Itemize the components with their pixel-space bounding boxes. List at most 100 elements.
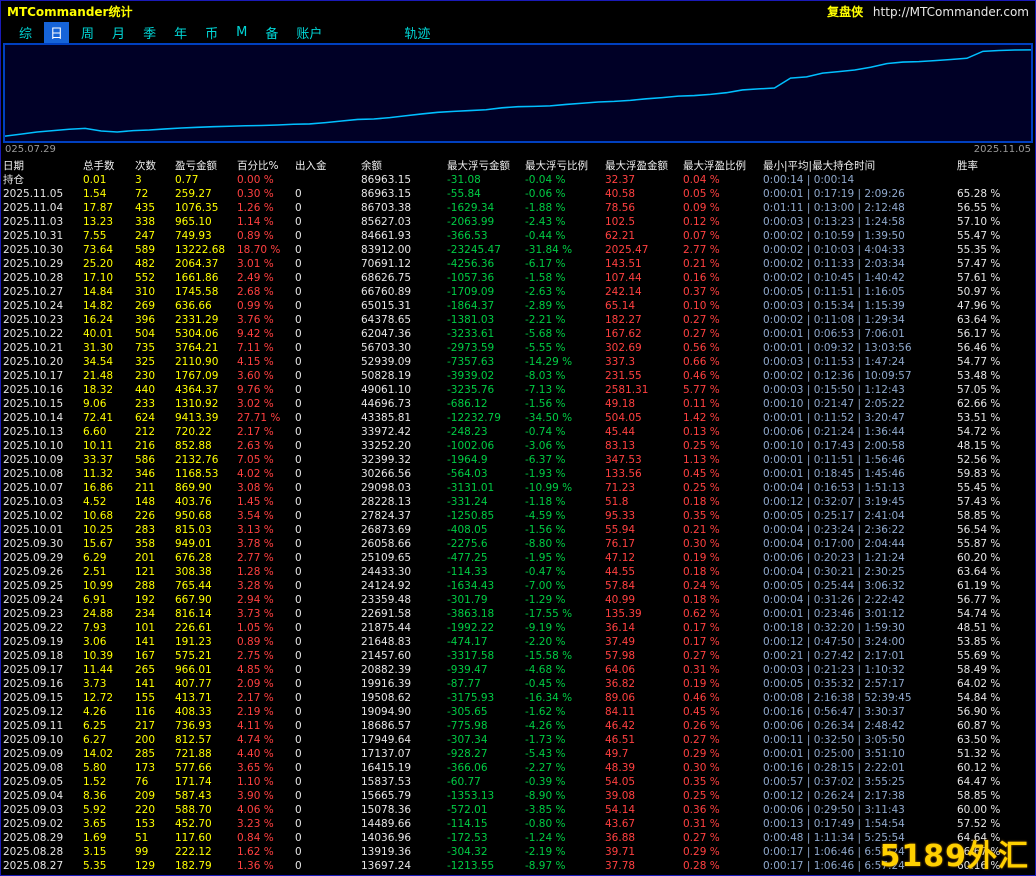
menu-tab-track[interactable]: 轨迹 [398, 22, 436, 43]
table-row[interactable]: 2025.10.159.062331310.923.02 %044696.73-… [3, 397, 1035, 411]
menu-tab-m[interactable]: M [230, 24, 253, 41]
cell-date: 2025.09.17 [3, 663, 83, 677]
cell-pct: 3.73 % [237, 607, 295, 621]
table-row[interactable]: 持仓0.0130.770.00 %86963.15-31.08-0.04 %32… [3, 173, 1035, 187]
brand-url-link[interactable]: http://MTCommander.com [873, 5, 1029, 19]
cell-trades: 552 [135, 271, 175, 285]
cell-balance: 50828.19 [361, 369, 447, 383]
cell-lots: 5.35 [83, 859, 135, 873]
column-header-max-float-profit-pct: 最大浮盈比例 [683, 157, 763, 173]
cell-date: 2025.11.05 [3, 187, 83, 201]
table-row[interactable]: 2025.09.296.29201676.282.77 %025109.65-4… [3, 551, 1035, 565]
table-row[interactable]: 2025.10.1721.482301767.093.60 %050828.19… [3, 369, 1035, 383]
cell-date: 2025.09.10 [3, 733, 83, 747]
table-row[interactable]: 2025.10.1010.11216852.882.63 %033252.20-… [3, 439, 1035, 453]
table-row[interactable]: 2025.09.1711.44265966.014.85 %020882.39-… [3, 663, 1035, 677]
menu-tab-backup[interactable]: 备 [259, 22, 284, 43]
menu-tab-week[interactable]: 周 [75, 22, 100, 43]
cell-cashflow: 0 [295, 691, 361, 705]
table-row[interactable]: 2025.10.3073.6458913222.6818.70 %083912.… [3, 243, 1035, 257]
cell-cashflow: 0 [295, 257, 361, 271]
table-row[interactable]: 2025.10.1618.324404364.379.76 %049061.10… [3, 383, 1035, 397]
cell-pct: 2.19 % [237, 705, 295, 719]
table-row[interactable]: 2025.09.035.92220588.704.06 %015078.36-5… [3, 803, 1035, 817]
table-row[interactable]: 2025.10.2316.243962331.293.76 %064378.65… [3, 313, 1035, 327]
cell-pnl: 676.28 [175, 551, 237, 565]
table-row[interactable]: 2025.11.0417.874351076.351.26 %086703.38… [3, 201, 1035, 215]
table-row[interactable]: 2025.09.051.5276171.741.10 %015837.53-60… [3, 775, 1035, 789]
watermark: 5189外汇 [880, 831, 1030, 875]
chart-end-date-label: 2025.11.05 [974, 143, 1031, 157]
table-row[interactable]: 2025.09.193.06141191.230.89 %021648.83-4… [3, 635, 1035, 649]
menu-tab-currency[interactable]: 币 [199, 22, 224, 43]
table-row[interactable]: 2025.10.2714.843101745.582.68 %066760.89… [3, 285, 1035, 299]
table-row[interactable]: 2025.09.227.93101226.611.05 %021875.44-1… [3, 621, 1035, 635]
menu-tab-month[interactable]: 月 [106, 22, 131, 43]
table-row[interactable]: 2025.10.034.52148403.761.45 %028228.13-3… [3, 495, 1035, 509]
table-row[interactable]: 2025.11.051.5472259.270.30 %086963.15-55… [3, 187, 1035, 201]
table-row[interactable]: 2025.10.2925.204822064.373.01 %070691.12… [3, 257, 1035, 271]
table-row[interactable]: 2025.10.1472.416249413.3927.71 %043385.8… [3, 411, 1035, 425]
table-row[interactable]: 2025.10.2817.105521661.862.49 %068626.75… [3, 271, 1035, 285]
table-row[interactable]: 2025.10.2240.015045304.069.42 %062047.36… [3, 327, 1035, 341]
menu-tab-day[interactable]: 日 [44, 22, 69, 43]
cell-pnl: 2110.90 [175, 355, 237, 369]
table-row[interactable]: 2025.10.0110.25283815.033.13 %026873.69-… [3, 523, 1035, 537]
table-row[interactable]: 2025.09.085.80173577.663.65 %016415.19-3… [3, 761, 1035, 775]
cell-lots: 10.11 [83, 439, 135, 453]
table-row[interactable]: 2025.09.106.27200812.574.74 %017949.64-3… [3, 733, 1035, 747]
table-row[interactable]: 2025.09.1810.39167575.212.75 %021457.60-… [3, 649, 1035, 663]
menu-tab-quarter[interactable]: 季 [137, 22, 162, 43]
menu-tab-year[interactable]: 年 [168, 22, 193, 43]
table-row[interactable]: 2025.09.048.36209587.433.90 %015665.79-1… [3, 789, 1035, 803]
table-row[interactable]: 2025.10.2034.543252110.904.15 %052939.09… [3, 355, 1035, 369]
cell-max-float-loss-pct: -1.95 % [525, 551, 605, 565]
cell-pct: 3.65 % [237, 761, 295, 775]
cell-pct: 3.76 % [237, 313, 295, 327]
title-bar: MTCommander统计 复盘侠 http://MTCommander.com [1, 1, 1035, 21]
cell-max-float-loss-pct: -2.20 % [525, 635, 605, 649]
cell-holding-time: 0:00:16 | 0:56:47 | 3:30:37 [763, 705, 957, 719]
table-row[interactable]: 2025.10.2131.307353764.217.11 %056703.30… [3, 341, 1035, 355]
table-row[interactable]: 2025.11.0313.23338965.101.14 %085627.03-… [3, 215, 1035, 229]
table-row[interactable]: 2025.10.0933.375862132.767.05 %032399.32… [3, 453, 1035, 467]
cell-trades: 586 [135, 453, 175, 467]
table-row[interactable]: 2025.10.0210.68226950.683.54 %027824.37-… [3, 509, 1035, 523]
cell-win-rate: 56.90 % [957, 705, 1035, 719]
menu-tab-account[interactable]: 账户 [290, 22, 328, 43]
table-row[interactable]: 2025.10.136.60212720.222.17 %033972.42-2… [3, 425, 1035, 439]
table-row[interactable]: 2025.09.0914.02285721.884.40 %017137.07-… [3, 747, 1035, 761]
cell-date: 2025.08.29 [3, 831, 83, 845]
cell-date: 2025.09.04 [3, 789, 83, 803]
cell-max-float-loss: -304.32 [447, 845, 525, 859]
table-row[interactable]: 2025.09.163.73141407.772.09 %019916.39-8… [3, 677, 1035, 691]
table-row[interactable]: 2025.09.262.51121308.381.28 %024433.30-1… [3, 565, 1035, 579]
cell-lots: 12.72 [83, 691, 135, 705]
cell-lots: 16.86 [83, 481, 135, 495]
table-row[interactable]: 2025.09.116.25217736.934.11 %018686.57-7… [3, 719, 1035, 733]
table-row[interactable]: 2025.09.1512.72155413.712.17 %019508.62-… [3, 691, 1035, 705]
table-row[interactable]: 2025.09.023.65153452.703.23 %014489.66-1… [3, 817, 1035, 831]
cell-trades: 482 [135, 257, 175, 271]
table-row[interactable]: 2025.10.317.55247749.930.89 %084661.93-3… [3, 229, 1035, 243]
cell-max-float-profit: 57.84 [605, 579, 683, 593]
menu-tab-summary[interactable]: 综 [13, 22, 38, 43]
cell-max-float-loss: -775.98 [447, 719, 525, 733]
table-row[interactable]: 2025.10.2414.82269636.660.99 %065015.31-… [3, 299, 1035, 313]
table-row[interactable]: 2025.09.124.26116408.332.19 %019094.90-3… [3, 705, 1035, 719]
table-row[interactable]: 2025.09.246.91192667.902.94 %023359.48-3… [3, 593, 1035, 607]
table-row[interactable]: 2025.10.0716.86211869.903.08 %029098.03-… [3, 481, 1035, 495]
cell-max-float-profit-pct: 0.36 % [683, 803, 763, 817]
table-row[interactable]: 2025.09.2324.88234816.143.73 %022691.58-… [3, 607, 1035, 621]
equity-curve-line [5, 50, 1031, 136]
table-row[interactable]: 2025.09.2510.99288765.443.28 %024124.92-… [3, 579, 1035, 593]
cell-max-float-loss-pct: -31.84 % [525, 243, 605, 257]
cell-max-float-profit-pct: 0.07 % [683, 229, 763, 243]
cell-max-float-profit: 45.44 [605, 425, 683, 439]
cell-win-rate: 54.74 % [957, 607, 1035, 621]
table-row[interactable]: 2025.10.0811.323461168.534.02 %030266.56… [3, 467, 1035, 481]
table-row[interactable]: 2025.09.3015.67358949.013.78 %026058.66-… [3, 537, 1035, 551]
cell-pnl: 222.12 [175, 845, 237, 859]
cell-win-rate: 57.61 % [957, 271, 1035, 285]
cell-win-rate: 58.85 % [957, 509, 1035, 523]
